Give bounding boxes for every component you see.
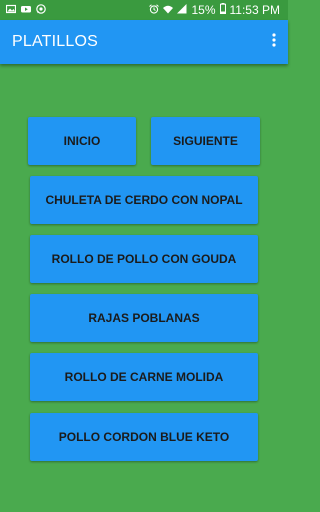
gallery-icon [6, 3, 16, 17]
status-left [0, 3, 46, 17]
battery-percent: 15% [191, 3, 216, 17]
more-vert-icon [272, 32, 276, 52]
battery-icon [219, 3, 226, 17]
dish-button-rollo-carne[interactable]: ROLLO DE CARNE MOLIDA [30, 353, 258, 401]
overflow-menu-button[interactable] [260, 20, 288, 64]
app-title: PLATILLOS [12, 33, 98, 50]
signal-icon [177, 3, 187, 17]
youtube-icon [21, 3, 31, 17]
dish-button-rollo-pollo[interactable]: ROLLO DE POLLO CON GOUDA [30, 235, 258, 283]
dish-button-pollo-cordon[interactable]: POLLO CORDON BLUE KETO [30, 413, 258, 461]
status-right: 15% 11:53 PM [149, 3, 288, 17]
inicio-button[interactable]: INICIO [28, 117, 136, 165]
dish-button-chuleta[interactable]: CHULETA DE CERDO CON NOPAL [30, 176, 258, 224]
wifi-icon [163, 3, 174, 17]
siguiente-button[interactable]: SIGUIENTE [151, 117, 260, 165]
status-bar: 15% 11:53 PM [0, 0, 288, 20]
app-bar: PLATILLOS [0, 20, 288, 64]
dish-button-rajas[interactable]: RAJAS POBLANAS [30, 294, 258, 342]
clock: 11:53 PM [229, 3, 280, 17]
alarm-icon [149, 3, 160, 17]
whatsapp-icon [36, 3, 46, 17]
